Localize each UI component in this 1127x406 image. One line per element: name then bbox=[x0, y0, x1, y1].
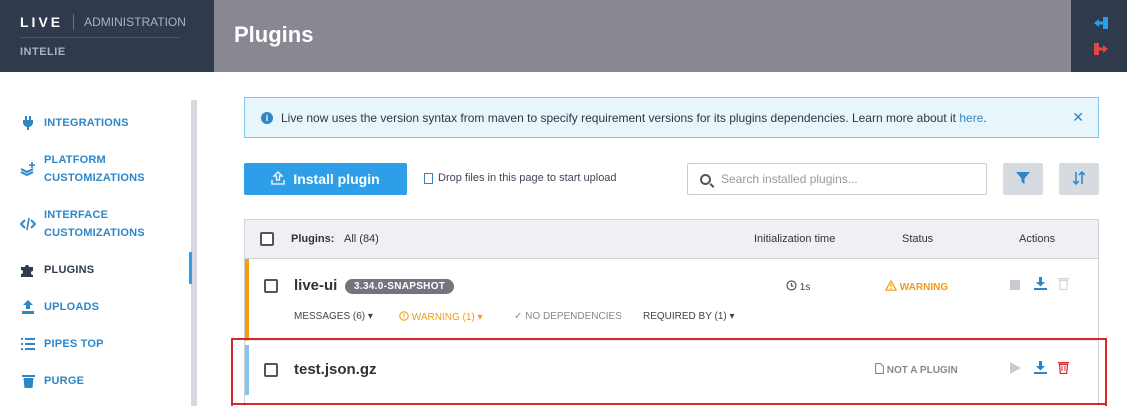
plugins-filter[interactable]: All (84) bbox=[344, 233, 379, 245]
version-badge: 3.34.0-SNAPSHOT bbox=[345, 279, 455, 294]
stop-icon[interactable] bbox=[1010, 279, 1020, 293]
page-header: Plugins bbox=[214, 0, 1071, 72]
search-input[interactable]: Search installed plugins... bbox=[687, 163, 987, 195]
plugins-label: Plugins: bbox=[291, 233, 335, 245]
status-badge: WARNING bbox=[884, 279, 949, 293]
plugin-name[interactable]: test.json.gz bbox=[294, 361, 377, 378]
brand-divider bbox=[73, 14, 75, 30]
sidebar-item-label: INTERFACE CUSTOMIZATIONS bbox=[44, 209, 145, 239]
sidebar-item-pipes-top[interactable]: PIPES TOP bbox=[0, 335, 104, 353]
warning-icon bbox=[884, 279, 900, 293]
drop-hint: Drop files in this page to start upload bbox=[424, 172, 617, 184]
messages-label: MESSAGES (6) bbox=[294, 311, 366, 322]
column-init-time: Initialization time bbox=[754, 233, 836, 245]
code-icon bbox=[20, 216, 36, 232]
plugin-name[interactable]: live-ui bbox=[294, 277, 337, 294]
header-user-actions bbox=[1071, 0, 1127, 72]
required-by-label: REQUIRED BY (1) bbox=[643, 311, 727, 322]
init-time: 1s bbox=[786, 280, 810, 293]
brand-org: INTELIE bbox=[20, 46, 66, 58]
layers-plus-icon bbox=[20, 161, 36, 177]
alert-text: Live now uses the version syntax from ma… bbox=[281, 111, 987, 125]
delete-icon bbox=[1058, 277, 1069, 293]
warning-circle-icon bbox=[399, 311, 412, 323]
warnings-label: WARNING (1) bbox=[411, 312, 475, 323]
dependencies-label: NO DEPENDENCIES bbox=[525, 311, 622, 322]
upload-icon bbox=[20, 299, 36, 315]
row-checkbox[interactable] bbox=[264, 279, 278, 293]
sidebar-item-uploads[interactable]: UPLOADS bbox=[0, 298, 99, 316]
logout-icon[interactable] bbox=[1094, 43, 1108, 55]
caret-down-icon: ▾ bbox=[367, 311, 373, 322]
filter-icon bbox=[1016, 171, 1030, 188]
sidebar-item-interface-customizations[interactable]: INTERFACE CUSTOMIZATIONS bbox=[0, 206, 145, 242]
info-alert: i Live now uses the version syntax from … bbox=[244, 97, 1099, 138]
brand-section: ADMINISTRATION bbox=[84, 15, 186, 29]
sidebar-item-label: PIPES TOP bbox=[44, 338, 104, 350]
sidebar-item-label: PLUGINS bbox=[44, 264, 95, 276]
file-icon bbox=[875, 363, 887, 376]
alert-suffix: . bbox=[983, 110, 987, 125]
check-icon: ✓ bbox=[514, 311, 523, 322]
status-text: WARNING bbox=[899, 282, 949, 293]
selection-highlight-bottom bbox=[231, 403, 1107, 405]
sidebar-active-indicator bbox=[189, 252, 192, 284]
select-all-checkbox[interactable] bbox=[260, 232, 274, 246]
trash-icon bbox=[20, 373, 36, 389]
play-icon bbox=[1010, 362, 1021, 377]
table-row: live-ui 3.34.0-SNAPSHOT 1s WARNING MESSA… bbox=[245, 259, 1098, 341]
required-by-dropdown[interactable]: REQUIRED BY (1) ▾ bbox=[643, 311, 735, 322]
search-placeholder: Search installed plugins... bbox=[721, 172, 858, 186]
sidebar-item-label: UPLOADS bbox=[44, 301, 100, 313]
switch-user-icon[interactable] bbox=[1094, 17, 1108, 29]
brand-logo[interactable]: LIVE bbox=[20, 14, 63, 30]
upload-icon bbox=[271, 170, 285, 188]
messages-dropdown[interactable]: MESSAGES (6) ▾ bbox=[294, 311, 373, 322]
list-icon bbox=[20, 336, 36, 352]
delete-icon[interactable] bbox=[1058, 361, 1069, 377]
row-checkbox[interactable] bbox=[264, 363, 278, 377]
caret-down-icon: ▾ bbox=[477, 312, 483, 323]
puzzle-icon bbox=[20, 262, 36, 278]
plugins-table: Plugins: All (84) Initialization time St… bbox=[244, 219, 1099, 406]
install-plugin-label: Install plugin bbox=[293, 171, 380, 187]
clock-icon bbox=[786, 280, 800, 293]
plug-icon bbox=[20, 115, 36, 131]
sort-button[interactable] bbox=[1059, 163, 1099, 195]
dependencies-status: ✓ NO DEPENDENCIES bbox=[514, 311, 622, 322]
table-header: Plugins: All (84) Initialization time St… bbox=[245, 220, 1098, 259]
sidebar-item-integrations[interactable]: INTEGRATIONS bbox=[0, 114, 129, 132]
file-icon bbox=[424, 172, 433, 184]
column-status: Status bbox=[902, 233, 934, 245]
sidebar-item-label: INTEGRATIONS bbox=[44, 117, 129, 129]
close-icon[interactable]: ✕ bbox=[1072, 109, 1084, 126]
alert-message: Live now uses the version syntax from ma… bbox=[281, 110, 960, 125]
caret-down-icon: ▾ bbox=[729, 311, 735, 322]
main-content: i Live now uses the version syntax from … bbox=[214, 72, 1127, 406]
column-actions: Actions bbox=[1019, 233, 1056, 245]
page-title: Plugins bbox=[234, 22, 314, 47]
download-icon[interactable] bbox=[1034, 361, 1047, 377]
sidebar-item-platform-customizations[interactable]: PLATFORM CUSTOMIZATIONS bbox=[0, 151, 145, 187]
table-row: test.json.gz NOT A PLUGIN bbox=[245, 345, 1098, 395]
download-icon[interactable] bbox=[1034, 277, 1047, 293]
brand-underline bbox=[20, 37, 180, 38]
sidebar: LIVE ADMINISTRATION INTELIE INTEGRATIONS… bbox=[0, 0, 214, 406]
alert-link[interactable]: here bbox=[959, 111, 983, 125]
status-badge: NOT A PLUGIN bbox=[875, 363, 958, 376]
sidebar-item-label: PURGE bbox=[44, 375, 85, 387]
sidebar-item-plugins[interactable]: PLUGINS bbox=[0, 261, 94, 279]
info-icon: i bbox=[261, 111, 273, 124]
status-text: NOT A PLUGIN bbox=[886, 365, 958, 376]
init-time-value: 1s bbox=[799, 282, 811, 293]
sidebar-item-purge[interactable]: PURGE bbox=[0, 372, 84, 390]
warnings-dropdown[interactable]: WARNING (1) ▾ bbox=[399, 311, 483, 323]
drop-hint-text: Drop files in this page to start upload bbox=[438, 172, 617, 184]
sort-icon bbox=[1072, 170, 1086, 188]
filter-button[interactable] bbox=[1003, 163, 1043, 195]
install-plugin-button[interactable]: Install plugin bbox=[244, 163, 407, 195]
sidebar-item-label: PLATFORM CUSTOMIZATIONS bbox=[44, 154, 145, 184]
search-icon bbox=[700, 173, 711, 185]
brand-header: LIVE ADMINISTRATION INTELIE bbox=[0, 0, 214, 72]
